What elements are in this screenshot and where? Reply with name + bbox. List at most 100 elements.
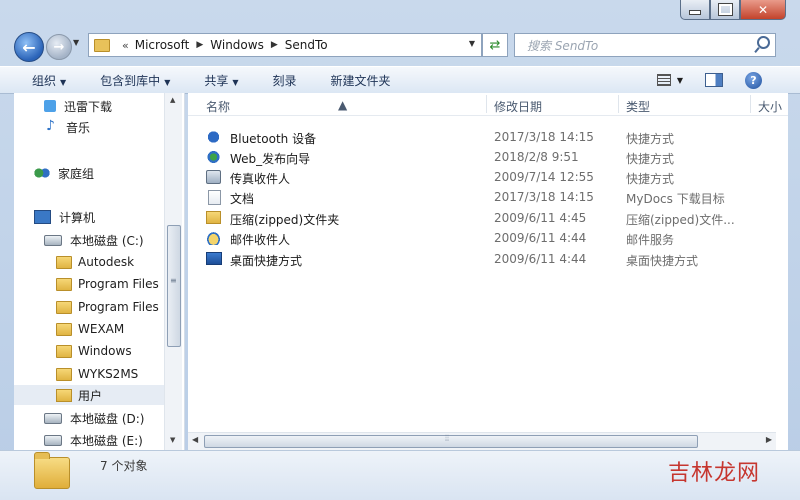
column-divider[interactable]	[486, 95, 487, 113]
close-button[interactable]: ✕	[740, 0, 786, 20]
file-name: 桌面快捷方式	[230, 254, 303, 268]
organize-menu[interactable]: 组织 ▼	[32, 72, 66, 89]
help-icon[interactable]: ?	[745, 71, 762, 89]
drive-icon	[44, 234, 62, 246]
breadcrumb-windows[interactable]: Windows	[210, 38, 264, 52]
column-divider[interactable]	[618, 95, 619, 113]
nav-item-drive-c[interactable]: 本地磁盘 (C:)	[44, 230, 144, 250]
back-arrow-icon: ←	[22, 37, 36, 57]
address-row: ← → ▼ « Microsoft ▶ Windows ▶ SendTo ▼ ⇄…	[0, 30, 800, 62]
double-chevron-icon[interactable]: «	[122, 39, 129, 52]
nav-item-drive-d[interactable]: 本地磁盘 (D:)	[44, 408, 144, 428]
nav-item-label: 本地磁盘 (C:)	[70, 233, 144, 248]
file-row-bluetooth[interactable]: Bluetooth 设备 2017/3/18 14:15 快捷方式	[188, 127, 788, 147]
nav-item-windows[interactable]: Windows	[56, 341, 132, 361]
recent-pages-dropdown[interactable]: ▼	[73, 38, 79, 47]
toolbar-right: ▼ ?	[656, 67, 800, 93]
nav-item-computer[interactable]: 计算机	[34, 207, 95, 227]
nav-item-label: Windows	[78, 344, 132, 358]
refresh-button[interactable]: ⇄	[482, 33, 508, 57]
maximize-button[interactable]	[710, 0, 740, 20]
new-folder-button[interactable]: 新建文件夹	[331, 72, 391, 89]
file-row-documents[interactable]: 文档 2017/3/18 14:15 MyDocs 下载目标	[188, 187, 788, 207]
caption-buttons: ✕	[680, 0, 786, 20]
file-type: 压缩(zipped)文件...	[626, 213, 735, 227]
scroll-down-icon[interactable]: ▼	[170, 436, 175, 444]
chevron-down-icon: ▼	[60, 77, 67, 87]
address-bar[interactable]: « Microsoft ▶ Windows ▶ SendTo ▼	[88, 33, 482, 57]
breadcrumb-arrow-icon[interactable]: ▶	[196, 40, 203, 50]
navigation-pane: 迅雷下载 ♪ 音乐 家庭组 计算机 本地磁盘 (C:) Autodesk Pro…	[14, 93, 185, 450]
homegroup-icon	[34, 167, 50, 179]
desktop-icon	[206, 252, 222, 265]
nav-item-wyks2ms[interactable]: WYKS2MS	[56, 364, 138, 384]
item-count: 7 个对象	[100, 459, 148, 473]
command-bar: 组织 ▼ 包含到库中 ▼ 共享 ▼ 刻录 新建文件夹 ▼ ?	[0, 66, 800, 94]
file-date: 2009/6/11 4:44	[494, 231, 587, 245]
column-header-type[interactable]: 类型	[626, 98, 650, 115]
folder-icon	[56, 388, 72, 402]
mail-icon	[206, 231, 221, 245]
nav-item-label: Program Files	[78, 277, 159, 291]
nav-item-label: 用户	[78, 388, 103, 403]
forward-arrow-icon: →	[53, 39, 65, 55]
address-dropdown-icon[interactable]: ▼	[469, 39, 475, 48]
column-header-name[interactable]: 名称	[206, 98, 230, 115]
bluetooth-icon	[206, 130, 221, 144]
file-date: 2009/6/11 4:45	[494, 211, 587, 225]
nav-item-label: WEXAM	[78, 322, 125, 336]
scroll-left-icon[interactable]: ◀	[192, 435, 198, 444]
nav-item-autodesk[interactable]: Autodesk	[56, 252, 134, 272]
nav-item-program-files[interactable]: Program Files	[56, 274, 159, 294]
nav-vertical-scrollbar[interactable]: ▲ ▼	[164, 93, 182, 450]
file-name: 传真收件人	[230, 172, 291, 186]
breadcrumb-sendto[interactable]: SendTo	[285, 38, 328, 52]
preview-pane-icon[interactable]	[705, 73, 723, 87]
zip-folder-icon	[206, 211, 221, 224]
breadcrumb-microsoft[interactable]: Microsoft	[135, 38, 190, 52]
folder-icon	[56, 255, 72, 269]
search-input[interactable]: 搜索 SendTo	[514, 33, 776, 57]
scroll-right-icon[interactable]: ▶	[766, 435, 772, 444]
scroll-up-icon[interactable]: ▲	[170, 96, 175, 104]
music-icon: ♪	[46, 118, 55, 134]
file-name: 邮件收件人	[230, 233, 291, 247]
column-divider[interactable]	[750, 95, 751, 113]
file-row-fax[interactable]: 传真收件人 2009/7/14 12:55 快捷方式	[188, 167, 788, 187]
nav-item-music[interactable]: ♪ 音乐	[46, 117, 90, 137]
file-row-mail[interactable]: 邮件收件人 2009/6/11 4:44 邮件服务	[188, 228, 788, 248]
share-menu[interactable]: 共享 ▼	[204, 72, 238, 89]
chevron-down-icon: ▼	[164, 77, 171, 87]
nav-item-drive-e[interactable]: 本地磁盘 (E:)	[44, 430, 143, 450]
burn-button[interactable]: 刻录	[273, 72, 297, 89]
nav-item-thunder-downloads[interactable]: 迅雷下载	[44, 96, 112, 116]
file-date: 2017/3/18 14:15	[494, 190, 594, 204]
minimize-button[interactable]	[680, 0, 710, 20]
nav-item-wexam[interactable]: WEXAM	[56, 319, 124, 339]
organize-label: 组织	[32, 73, 57, 88]
view-dropdown-icon[interactable]: ▼	[677, 76, 683, 85]
back-button[interactable]: ←	[14, 32, 44, 62]
scroll-thumb[interactable]	[204, 434, 698, 448]
scroll-thumb[interactable]	[167, 225, 181, 347]
nav-item-label: 计算机	[59, 210, 96, 225]
file-row-desktop[interactable]: 桌面快捷方式 2009/6/11 4:44 桌面快捷方式	[188, 249, 788, 269]
column-header-size[interactable]: 大小	[758, 98, 782, 115]
column-header-date[interactable]: 修改日期	[494, 98, 542, 115]
include-in-library-menu[interactable]: 包含到库中 ▼	[100, 72, 170, 89]
file-row-web-publish[interactable]: Web_发布向导 2018/2/8 9:51 快捷方式	[188, 147, 788, 167]
horizontal-scrollbar[interactable]: ◀ ▶	[188, 432, 776, 450]
drive-icon	[44, 434, 62, 446]
file-row-zip-folder[interactable]: 压缩(zipped)文件夹 2009/6/11 4:45 压缩(zipped)文…	[188, 208, 788, 228]
search-icon[interactable]	[757, 36, 770, 49]
forward-button[interactable]: →	[46, 34, 72, 60]
nav-item-homegroup[interactable]: 家庭组	[34, 163, 94, 183]
view-options-icon[interactable]	[656, 74, 671, 86]
breadcrumb-arrow-icon[interactable]: ▶	[271, 40, 278, 50]
column-headers: ▲ 名称 修改日期 类型 大小	[188, 93, 788, 116]
nav-item-program-files-x86[interactable]: Program Files	[56, 297, 159, 317]
file-name: 文档	[230, 192, 255, 206]
search-placeholder: 搜索 SendTo	[527, 38, 599, 53]
nav-item-users[interactable]: 用户	[14, 385, 164, 405]
nav-item-label: WYKS2MS	[78, 367, 139, 381]
